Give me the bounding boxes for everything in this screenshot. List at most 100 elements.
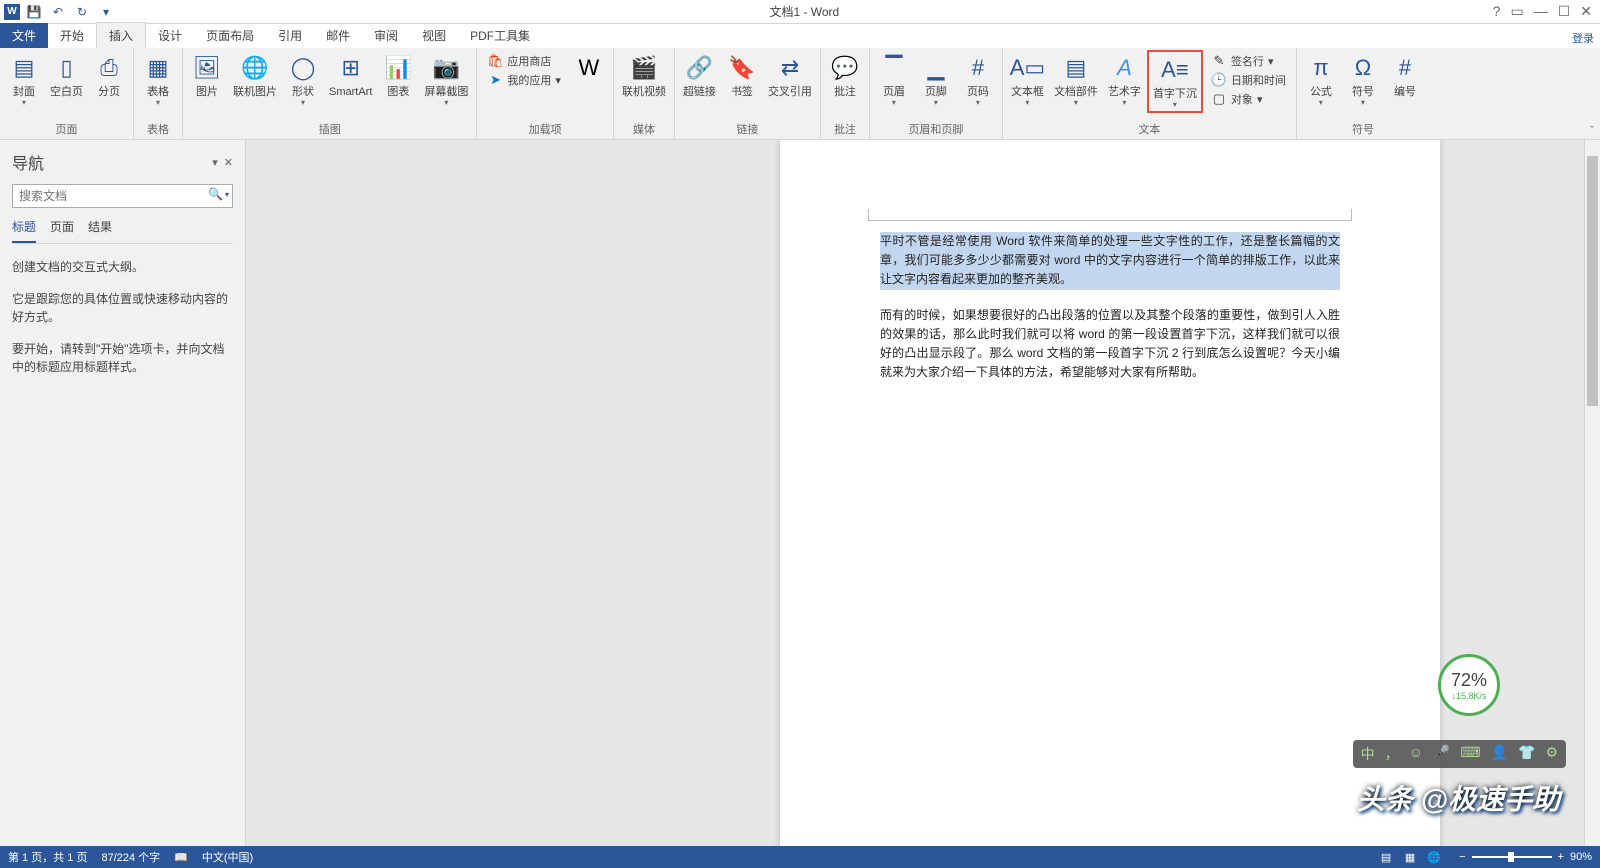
page-break-button[interactable]: ⎙分页 — [89, 50, 129, 100]
symbol-icon: Ω — [1347, 52, 1379, 84]
speed-rate: ↓15.8K/s — [1451, 691, 1486, 701]
paragraph-2[interactable]: 而有的时候，如果想要很好的凸出段落的位置以及其整个段落的重要性，做到引人入胜的效… — [880, 306, 1340, 383]
hyperlink-icon: 🔗 — [683, 52, 715, 84]
wikipedia-button[interactable]: W — [569, 50, 609, 88]
comment-icon: 💬 — [829, 52, 861, 84]
wikipedia-icon: W — [573, 52, 605, 84]
tab-review[interactable]: 审阅 — [362, 23, 410, 48]
textbox-button[interactable]: A▭文本框▾ — [1007, 50, 1048, 109]
group-headerfooter: ▔页眉▾ ▁页脚▾ #页码▾ 页眉和页脚 — [870, 48, 1003, 139]
crossref-button[interactable]: ⇄交叉引用 — [764, 50, 816, 100]
group-pages: ▤封面▾ ▯空白页 ⎙分页 页面 — [0, 48, 134, 139]
tab-pdf[interactable]: PDF工具集 — [458, 23, 542, 48]
tab-layout[interactable]: 页面布局 — [194, 23, 266, 48]
docparts-button[interactable]: ▤文档部件▾ — [1050, 50, 1102, 109]
wordart-button[interactable]: A艺术字▾ — [1104, 50, 1145, 109]
dropcap-button[interactable]: A≡首字下沉▾ — [1147, 50, 1203, 113]
tab-insert[interactable]: 插入 — [96, 22, 146, 48]
symbol-button[interactable]: Ω符号▾ — [1343, 50, 1383, 109]
chart-button[interactable]: 📊图表 — [378, 50, 418, 100]
tab-home[interactable]: 开始 — [48, 23, 96, 48]
screenshot-button[interactable]: 📷屏幕截图▾ — [420, 50, 472, 109]
online-video-button[interactable]: 🎬联机视频 — [618, 50, 670, 100]
zoom-level[interactable]: 90% — [1570, 851, 1592, 863]
comment-button[interactable]: 💬批注 — [825, 50, 865, 100]
ime-icon-1[interactable]: 中 — [1361, 744, 1375, 764]
equation-icon: π — [1305, 52, 1337, 84]
blank-page-button[interactable]: ▯空白页 — [46, 50, 87, 100]
status-language[interactable]: 中文(中国) — [202, 849, 253, 865]
shapes-button[interactable]: ◯形状▾ — [283, 50, 323, 109]
tab-file[interactable]: 文件 — [0, 23, 48, 48]
tab-design[interactable]: 设计 — [146, 23, 194, 48]
tab-references[interactable]: 引用 — [266, 23, 314, 48]
ime-icon-5[interactable]: ⌨ — [1460, 744, 1480, 764]
login-link[interactable]: 登录 — [1572, 30, 1594, 46]
status-wordcount[interactable]: 87/224 个字 — [101, 849, 160, 865]
document-page[interactable]: 平时不管是经常使用 Word 软件来简单的处理一些文字性的工作，还是整长篇幅的文… — [780, 140, 1440, 846]
header-button[interactable]: ▔页眉▾ — [874, 50, 914, 109]
tab-view[interactable]: 视图 — [410, 23, 458, 48]
vertical-scrollbar[interactable] — [1584, 140, 1600, 846]
zoom-in-icon[interactable]: + — [1558, 851, 1564, 863]
paragraph-1[interactable]: 平时不管是经常使用 Word 软件来简单的处理一些文字性的工作，还是整长篇幅的文… — [880, 232, 1340, 290]
help-icon[interactable]: ? — [1493, 3, 1501, 20]
zoom-control: − + 90% — [1459, 851, 1592, 863]
ime-icon-4[interactable]: 🎤 — [1433, 744, 1450, 764]
cover-page-button[interactable]: ▤封面▾ — [4, 50, 44, 109]
scroll-thumb[interactable] — [1587, 156, 1598, 406]
ribbon-display-icon[interactable]: ▭ — [1510, 3, 1523, 20]
group-media: 🎬联机视频 媒体 — [614, 48, 675, 139]
download-speed-widget[interactable]: 72% ↓15.8K/s — [1438, 654, 1500, 716]
number-button[interactable]: #编号 — [1385, 50, 1425, 100]
ime-toolbar[interactable]: 中 ， ☺ 🎤 ⌨ 👤 👕 ⚙ — [1353, 740, 1566, 768]
status-page[interactable]: 第 1 页，共 1 页 — [8, 849, 87, 865]
ime-icon-7[interactable]: 👕 — [1518, 744, 1535, 764]
undo-icon[interactable]: ↶ — [48, 2, 68, 22]
my-apps-button[interactable]: ➤我的应用 ▾ — [483, 71, 565, 89]
nav-dropdown-icon[interactable]: ▾ — [212, 156, 218, 169]
search-icon[interactable]: 🔍 ▾ — [208, 187, 229, 201]
nav-title: 导航 ▾ ✕ — [12, 150, 233, 174]
hyperlink-button[interactable]: 🔗超链接 — [679, 50, 720, 100]
nav-tab-pages[interactable]: 页面 — [50, 218, 74, 243]
view-web-icon[interactable]: 🌐 — [1423, 848, 1445, 866]
save-icon[interactable]: 💾 — [24, 2, 44, 22]
smartart-button[interactable]: ⊞SmartArt — [325, 50, 376, 100]
datetime-button[interactable]: 🕒日期和时间 — [1207, 71, 1290, 89]
nav-tab-headings[interactable]: 标题 — [12, 218, 36, 243]
footer-button[interactable]: ▁页脚▾ — [916, 50, 956, 109]
view-print-icon[interactable]: ▦ — [1399, 848, 1421, 866]
table-button[interactable]: ▦表格▾ — [138, 50, 178, 109]
minimize-icon[interactable]: — — [1534, 3, 1548, 20]
ime-icon-3[interactable]: ☺ — [1409, 744, 1423, 764]
maximize-icon[interactable]: ☐ — [1558, 3, 1571, 20]
pagenum-button[interactable]: #页码▾ — [958, 50, 998, 109]
ime-icon-8[interactable]: ⚙ — [1545, 744, 1558, 764]
picture-button[interactable]: 🖼图片 — [187, 50, 227, 100]
collapse-ribbon-icon[interactable]: ˇ — [1590, 125, 1594, 137]
online-picture-icon: 🌐 — [239, 52, 271, 84]
ime-icon-2[interactable]: ， — [1385, 744, 1399, 764]
nav-tab-results[interactable]: 结果 — [88, 218, 112, 243]
qat-dropdown-icon[interactable]: ▾ — [96, 2, 116, 22]
zoom-slider[interactable] — [1472, 856, 1552, 858]
tab-mailings[interactable]: 邮件 — [314, 23, 362, 48]
bookmark-button[interactable]: 🔖书签 — [722, 50, 762, 100]
ime-icon-6[interactable]: 👤 — [1491, 744, 1508, 764]
pagenum-icon: # — [962, 52, 994, 84]
view-read-icon[interactable]: ▤ — [1375, 848, 1397, 866]
search-input[interactable] — [12, 184, 233, 208]
equation-button[interactable]: π公式▾ — [1301, 50, 1341, 109]
close-icon[interactable]: ✕ — [1580, 3, 1592, 20]
online-picture-button[interactable]: 🌐联机图片 — [229, 50, 281, 100]
object-button[interactable]: ▢对象 ▾ — [1207, 90, 1290, 108]
signature-button[interactable]: ✎签名行 ▾ — [1207, 52, 1290, 70]
store-button[interactable]: 🛍应用商店 — [483, 52, 565, 70]
window-title: 文档1 - Word — [116, 3, 1493, 20]
object-icon: ▢ — [1211, 91, 1227, 107]
status-proofing-icon[interactable]: 📖 — [174, 851, 188, 864]
zoom-out-icon[interactable]: − — [1459, 851, 1465, 863]
nav-close-icon[interactable]: ✕ — [224, 156, 233, 169]
redo-icon[interactable]: ↻ — [72, 2, 92, 22]
